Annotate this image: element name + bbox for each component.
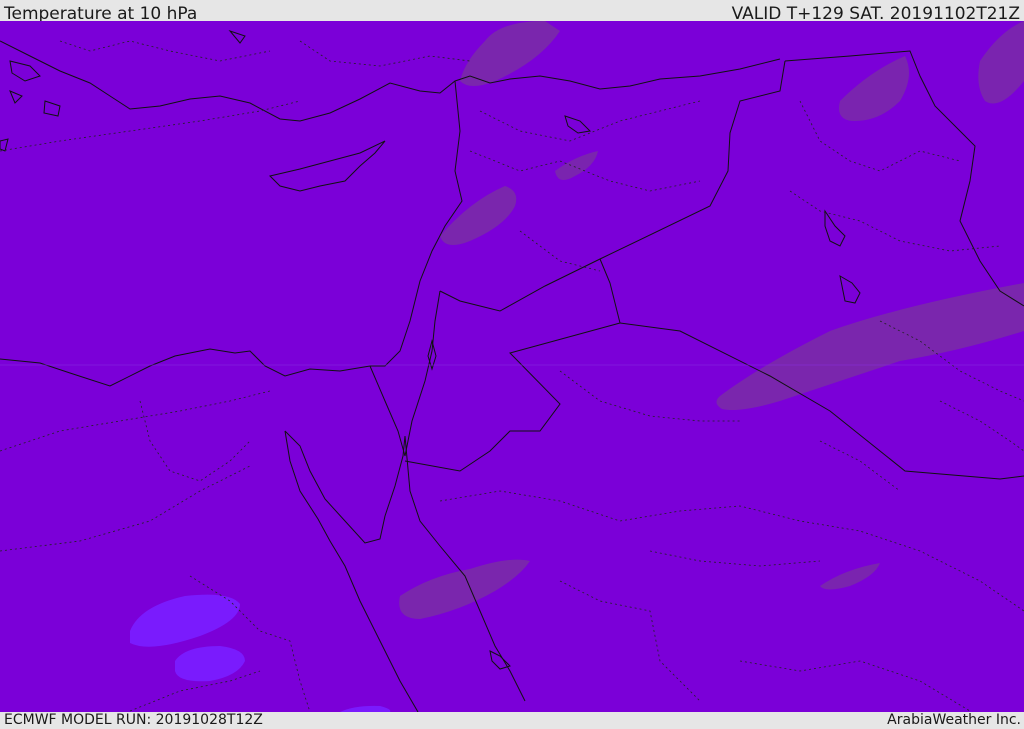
warm-patch-arabia <box>820 563 880 590</box>
model-run-label: ECMWF MODEL RUN: 20191028T12Z <box>4 712 263 728</box>
warm-patch-ne <box>978 21 1024 104</box>
weather-map[interactable] <box>0 21 1024 712</box>
header-bar: Temperature at 10 hPa VALID T+129 SAT. 2… <box>0 0 1024 24</box>
temperature-patches <box>130 21 1024 712</box>
footer-bar: ECMWF MODEL RUN: 20191028T12Z ArabiaWeat… <box>0 712 1024 729</box>
map-canvas <box>0 21 1024 712</box>
warm-patch-north <box>460 21 560 86</box>
warm-patch-iran <box>839 56 909 121</box>
cool-patch-egypt-1 <box>130 594 240 647</box>
warm-band-iraq <box>716 283 1024 410</box>
cool-patch-egypt-2 <box>175 646 245 682</box>
brand-label: ArabiaWeather Inc. <box>887 712 1021 728</box>
warm-patch-syria <box>555 151 598 180</box>
warm-patch-levant <box>440 186 517 245</box>
warm-patch-redsea <box>399 559 530 619</box>
